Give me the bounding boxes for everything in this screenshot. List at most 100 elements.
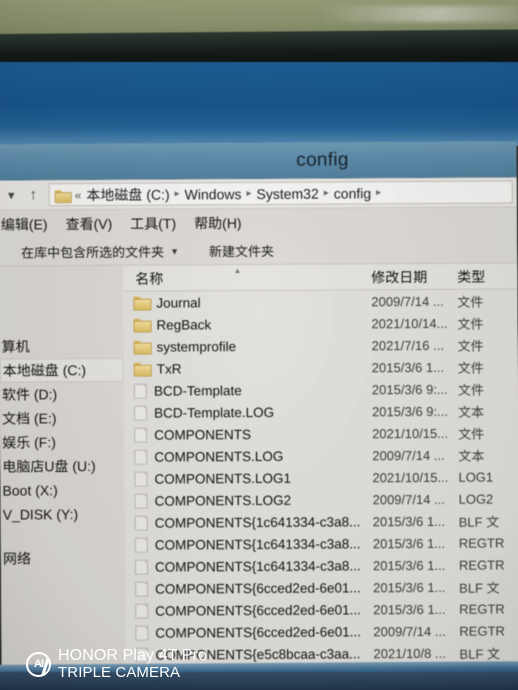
folder-icon [133, 296, 149, 309]
cell-date: 2021/10/8 ... [373, 645, 446, 661]
cell-date: 2015/3/6 1... [373, 601, 446, 617]
file-name-label: COMPONENTS{1c641334-c3a8... [154, 535, 361, 553]
table-row[interactable]: COMPONENTS 2021/10/15... 文件 [124, 421, 518, 445]
folder-icon [55, 189, 70, 201]
folder-icon [133, 318, 149, 331]
table-row[interactable]: COMPONENTS{6cced2ed-6e01... 2015/3/6 1...… [125, 597, 518, 621]
column-header-row: ▴ 名称 修改日期 类型 [123, 263, 518, 292]
breadcrumb-separator-last[interactable]: ▸ [376, 187, 381, 198]
include-in-library-button[interactable]: 在库中包含所选的文件夹 ▼ [21, 241, 179, 261]
column-header-name[interactable]: 名称 [123, 267, 371, 289]
file-icon [134, 515, 148, 531]
breadcrumb-separator[interactable]: ▸ [324, 188, 329, 199]
breadcrumb-item-config[interactable]: config [334, 185, 371, 201]
table-row[interactable]: RegBack 2021/10/14... 文件 [123, 311, 517, 335]
file-name-label: COMPONENTS{6cced2ed-6e01... [155, 579, 361, 597]
cell-type: 文本 [458, 448, 485, 464]
file-list: ▴ 名称 修改日期 类型 Journal 2009/7/14 ... 文件 RegBa… [123, 263, 518, 670]
breadcrumb-item-system32[interactable]: System32 [256, 185, 318, 201]
column-header-date[interactable]: 修改日期 [371, 266, 457, 287]
table-row[interactable]: BCD-Template.LOG 2015/3/6 9:... 文本 [124, 399, 518, 423]
file-icon [135, 603, 149, 619]
table-row[interactable]: COMPONENTS{1c641334-c3a8... 2015/3/6 1...… [125, 509, 518, 533]
cell-type: LOG2 [458, 491, 494, 507]
sidebar-item-drive-d[interactable]: 软件 (D:) [0, 382, 124, 407]
cell-type: REGTR [458, 535, 505, 551]
cell-date: 2009/7/14 ... [371, 293, 444, 309]
breadcrumb-overflow[interactable]: « [75, 188, 82, 202]
file-name-label: TxR [156, 360, 182, 377]
breadcrumb-item-windows[interactable]: Windows [185, 186, 242, 202]
table-row[interactable]: BCD-Template 2015/3/6 9:... 文件 [124, 377, 518, 401]
sidebar-item-drive-u[interactable]: 电脑店U盘 (U:) [0, 454, 124, 479]
breadcrumb-separator[interactable]: ▸ [175, 188, 180, 199]
cell-type: LOG1 [458, 469, 494, 485]
sidebar-group-network[interactable]: 网络 [1, 546, 125, 571]
cell-name: COMPONENTS.LOG2 [125, 492, 373, 509]
menu-bar: 编辑(E) 查看(V) 工具(T) 帮助(H) [0, 207, 517, 239]
table-row[interactable]: systemprofile 2021/7/16 ... 文件 [124, 333, 518, 357]
cell-type: 文件 [457, 338, 484, 354]
command-toolbar: 在库中包含所选的文件夹 ▼ 新建文件夹 [0, 235, 518, 267]
cell-name: TxR [124, 360, 372, 377]
file-name-label: COMPONENTS{1c641334-c3a8... [154, 513, 361, 531]
sidebar-item-drive-y[interactable]: V_DISK (Y:) [1, 502, 125, 527]
table-row[interactable]: COMPONENTS.LOG1 2021/10/15... LOG1 [124, 465, 518, 489]
sidebar-item-drive-f[interactable]: 娱乐 (F:) [0, 430, 124, 455]
table-row[interactable]: COMPONENTS{6cced2ed-6e01... 2015/3/6 1...… [125, 575, 518, 599]
cell-name: Journal [123, 294, 371, 311]
sidebar-item-drive-e[interactable]: 文档 (E:) [0, 406, 124, 431]
wall-glare [318, 6, 518, 22]
menu-edit[interactable]: 编辑(E) [1, 214, 48, 234]
new-folder-button[interactable]: 新建文件夹 [209, 241, 274, 260]
cell-date: 2021/10/15... [372, 425, 449, 441]
table-row[interactable]: COMPONENTS.LOG 2009/7/14 ... 文本 [124, 443, 518, 467]
file-name-label: COMPONENTS.LOG2 [154, 492, 292, 509]
cell-date: 2015/3/6 1... [372, 513, 446, 529]
table-row[interactable]: COMPONENTS.LOG2 2009/7/14 ... LOG2 [125, 487, 518, 511]
cell-name: BCD-Template [124, 382, 372, 399]
table-row[interactable]: COMPONENTS{1c641334-c3a8... 2015/3/6 1...… [125, 553, 518, 577]
menu-view[interactable]: 查看(V) [65, 214, 113, 234]
explorer-window: config ▾ ↑ « 本地磁盘 (C:) ▸ Windows ▸ Syste… [0, 141, 518, 690]
chevron-down-icon[interactable]: ▼ [170, 246, 179, 256]
breadcrumb[interactable]: « 本地磁盘 (C:) ▸ Windows ▸ System32 ▸ confi… [48, 180, 513, 207]
file-icon [134, 427, 148, 443]
cell-name: BCD-Template.LOG [124, 404, 372, 421]
cell-name: RegBack [123, 316, 371, 333]
window-title: config [296, 149, 349, 171]
table-row[interactable]: COMPONENTS{6cced2ed-6e01... 2009/7/14 ...… [125, 619, 518, 643]
file-name-label: Journal [156, 294, 201, 311]
window-titlebar: config [0, 141, 517, 181]
file-name-label: COMPONENTS{6cced2ed-6e01... [155, 623, 362, 641]
cell-date: 2009/7/14 ... [372, 491, 445, 507]
breadcrumb-separator[interactable]: ▸ [246, 188, 251, 199]
file-name-label: COMPONENTS.LOG1 [154, 470, 292, 487]
cell-name: systemprofile [124, 338, 372, 355]
sidebar-item-drive-c[interactable]: 本地磁盘 (C:) [0, 357, 124, 383]
menu-tools[interactable]: 工具(T) [130, 214, 176, 234]
sidebar-group-computer[interactable]: 算机 [0, 334, 124, 359]
file-name-label: COMPONENTS{1c641334-c3a8... [154, 557, 361, 575]
breadcrumb-item-drive[interactable]: 本地磁盘 (C:) [86, 184, 169, 205]
folder-icon [134, 340, 150, 353]
table-row[interactable]: Journal 2009/7/14 ... 文件 [123, 289, 517, 313]
file-name-label: RegBack [156, 316, 212, 333]
cell-date: 2015/3/6 1... [371, 359, 445, 375]
column-header-type[interactable]: 类型 [457, 266, 517, 286]
chevron-down-icon[interactable]: ▾ [5, 187, 18, 203]
file-icon [134, 471, 148, 487]
cell-type: 文件 [457, 294, 484, 310]
cell-type: BLF 文 [459, 646, 501, 662]
menu-help[interactable]: 帮助(H) [194, 213, 242, 233]
cell-date: 2009/7/14 ... [372, 447, 445, 463]
file-icon [135, 581, 149, 597]
table-row[interactable]: COMPONENTS{1c641334-c3a8... 2015/3/6 1...… [125, 531, 518, 555]
sidebar-item-drive-x[interactable]: Boot (X:) [0, 478, 124, 503]
navigation-pane: 算机 本地磁盘 (C:) 软件 (D:) 文档 (E:) 娱乐 (F:) 电脑店… [0, 265, 126, 671]
arrow-up-icon[interactable]: ↑ [27, 186, 40, 203]
cell-type: REGTR [458, 557, 505, 573]
table-row[interactable]: TxR 2015/3/6 1... 文件 [124, 355, 518, 379]
file-name-label: COMPONENTS [154, 426, 251, 443]
window-body: 算机 本地磁盘 (C:) 软件 (D:) 文档 (E:) 娱乐 (F:) 电脑店… [0, 263, 518, 671]
